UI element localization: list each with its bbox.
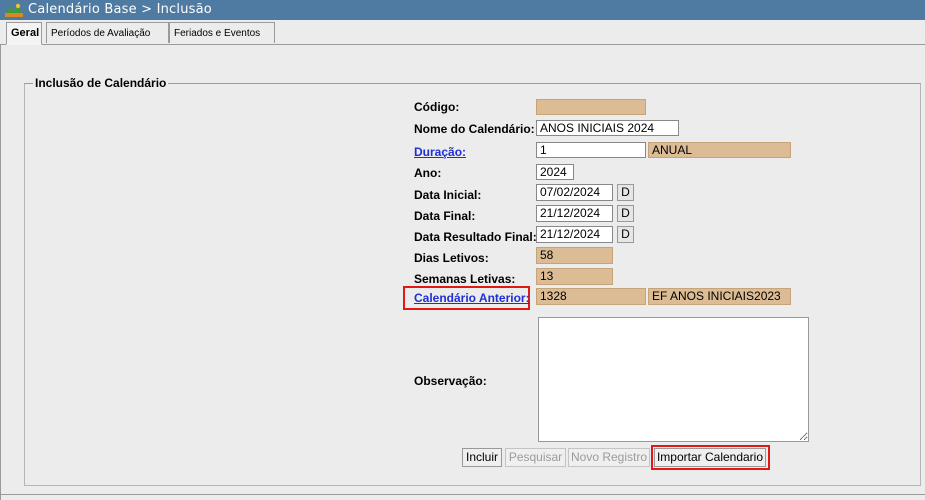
ano-label: Ano: (414, 166, 442, 180)
tab-feriados-e-eventos[interactable]: Feriados e Eventos (169, 22, 275, 43)
fieldset-legend: Inclusão de Calendário (35, 76, 167, 90)
tab-geral[interactable]: Geral (6, 22, 42, 45)
data-inicial-label: Data Inicial: (414, 188, 482, 202)
bottom-border (0, 494, 925, 495)
novo-registro-button[interactable]: Novo Registro (568, 448, 650, 467)
dias-letivos-field: 58 (536, 247, 613, 264)
calendario-anterior-link[interactable]: Calendário Anterior: (414, 291, 530, 305)
codigo-field (536, 99, 646, 115)
app-logo-icon (3, 2, 25, 18)
title-bar: Calendário Base > Inclusão (0, 0, 925, 20)
ano-input[interactable]: 2024 (536, 164, 574, 180)
nome-calendario-input[interactable]: ANOS INICIAIS 2024 (536, 120, 679, 136)
nome-calendario-label: Nome do Calendário: (414, 122, 535, 136)
incluir-button[interactable]: Incluir (462, 448, 502, 467)
left-border (0, 44, 1, 500)
data-resultado-final-date-button[interactable]: D (617, 226, 634, 243)
duracao-description: ANUAL (648, 142, 791, 158)
tab-divider (0, 44, 925, 45)
duracao-input[interactable]: 1 (536, 142, 646, 158)
data-inicial-date-button[interactable]: D (617, 184, 634, 201)
codigo-label: Código: (414, 100, 460, 114)
observacao-label: Observação: (414, 374, 487, 388)
data-final-label: Data Final: (414, 209, 476, 223)
calendario-anterior-description: EF ANOS INICIAIS2023 (648, 288, 791, 305)
data-final-input[interactable]: 21/12/2024 (536, 205, 613, 222)
calendario-anterior-field: 1328 (536, 288, 646, 305)
window-title: Calendário Base > Inclusão (28, 2, 212, 17)
importar-calendario-button[interactable]: Importar Calendario (654, 448, 766, 467)
semanas-letivas-field: 13 (536, 268, 613, 285)
dias-letivos-label: Dias Letivos: (414, 251, 489, 265)
observacao-textarea[interactable] (538, 317, 809, 442)
pesquisar-button[interactable]: Pesquisar (505, 448, 566, 467)
tab-periodos-de-avaliacao[interactable]: Períodos de Avaliação (46, 22, 169, 43)
data-resultado-final-input[interactable]: 21/12/2024 (536, 226, 613, 243)
data-resultado-final-label: Data Resultado Final: (414, 230, 537, 244)
data-inicial-input[interactable]: 07/02/2024 (536, 184, 613, 201)
data-final-date-button[interactable]: D (617, 205, 634, 222)
semanas-letivas-label: Semanas Letivas: (414, 272, 516, 286)
duracao-link[interactable]: Duração: (414, 145, 466, 159)
